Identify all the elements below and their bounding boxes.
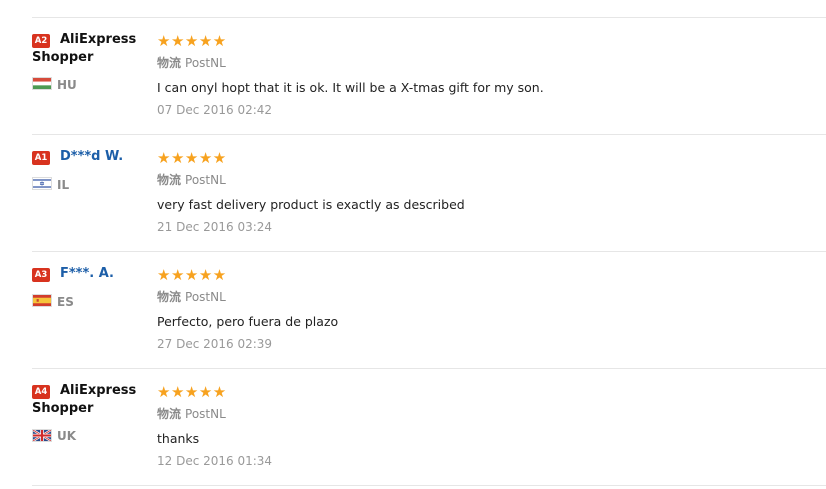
logistics-info: 物流 PostNL (157, 289, 226, 305)
logistics-label: 物流 (157, 173, 182, 187)
buyer-level-badge: A4 (32, 385, 50, 399)
buyer-name-continued: Shopper (32, 401, 94, 416)
uk-flag-icon (32, 429, 52, 442)
review-date: 12 Dec 2016 01:34 (157, 454, 273, 468)
review-text: I can onyl hopt that it is ok. It will b… (157, 80, 544, 95)
buyer-name[interactable]: D***d W. (60, 148, 148, 166)
spain-flag-icon (32, 294, 52, 307)
logistics-value: PostNL (185, 56, 226, 70)
israel-flag-icon (32, 177, 52, 190)
review-item: A3 F***. A. ES ★★★★★ 物流 PostNL Perfecto, … (0, 251, 826, 367)
review-date: 21 Dec 2016 03:24 (157, 220, 273, 234)
review-date: 07 Dec 2016 02:42 (157, 103, 273, 117)
buyer-name: AliExpress (60, 32, 137, 47)
logistics-value: PostNL (185, 173, 226, 187)
logistics-info: 物流 PostNL (157, 172, 226, 188)
review-text: thanks (157, 431, 200, 446)
logistics-label: 物流 (157, 290, 182, 304)
buyer-country: ES (57, 295, 74, 309)
review-item: A4 AliExpress Shopper UK ★★★★★ 物流 PostNL … (0, 368, 826, 484)
logistics-value: PostNL (185, 290, 226, 304)
buyer-country: UK (57, 429, 77, 443)
review-item: A1 D***d W. IL ★★★★★ 物流 PostNL very fast … (0, 134, 826, 250)
rating-stars: ★★★★★ (157, 32, 227, 50)
rating-stars: ★★★★★ (157, 149, 227, 167)
buyer-name: AliExpress (60, 383, 137, 398)
logistics-info: 物流 PostNL (157, 406, 226, 422)
rating-stars: ★★★★★ (157, 266, 227, 284)
hungary-flag-icon (32, 77, 52, 90)
buyer-name[interactable]: F***. A. (60, 265, 148, 283)
logistics-label: 物流 (157, 56, 182, 70)
buyer-country: HU (57, 78, 77, 92)
buyer-level-badge: A2 (32, 34, 50, 48)
buyer-name-continued: Shopper (32, 50, 94, 65)
review-text: very fast delivery product is exactly as… (157, 197, 465, 212)
rating-stars: ★★★★★ (157, 383, 227, 401)
review-divider (32, 485, 826, 486)
review-text: Perfecto, pero fuera de plazo (157, 314, 339, 329)
logistics-info: 物流 PostNL (157, 55, 226, 71)
buyer-level-badge: A1 (32, 151, 50, 165)
review-date: 27 Dec 2016 02:39 (157, 337, 273, 351)
review-item: A2 AliExpress Shopper HU ★★★★★ 物流 PostNL … (0, 17, 826, 133)
buyer-country: IL (57, 178, 70, 192)
logistics-label: 物流 (157, 407, 182, 421)
buyer-level-badge: A3 (32, 268, 50, 282)
logistics-value: PostNL (185, 407, 226, 421)
